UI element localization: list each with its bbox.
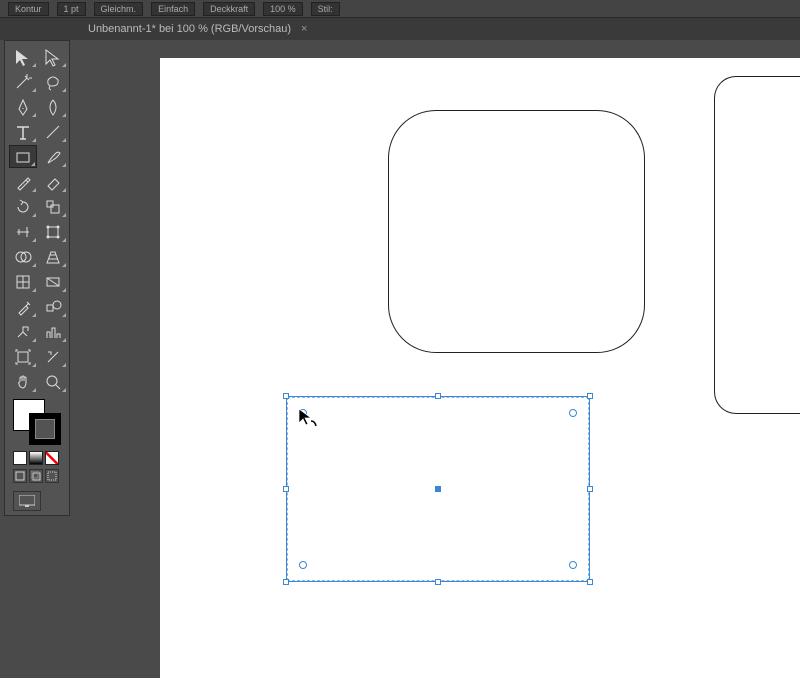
resize-handle-bottom-left[interactable] [283, 579, 289, 585]
selection-bounding-box[interactable] [286, 396, 590, 582]
fill-stroke-swatches[interactable] [9, 399, 65, 447]
resize-handle-top-left[interactable] [283, 393, 289, 399]
resize-handle-mid-right[interactable] [587, 486, 593, 492]
direct-selection-tool[interactable] [39, 45, 67, 68]
curvature-tool[interactable] [39, 95, 67, 118]
artboard-tool[interactable] [9, 345, 37, 368]
stroke-weight[interactable]: 1 pt [57, 2, 86, 16]
pen-tool[interactable] [9, 95, 37, 118]
line-segment-tool[interactable] [39, 120, 67, 143]
eraser-tool[interactable] [39, 170, 67, 193]
resize-handle-mid-left[interactable] [283, 486, 289, 492]
resize-handle-top-right[interactable] [587, 393, 593, 399]
rotate-tool[interactable] [9, 195, 37, 218]
column-graph-tool[interactable] [39, 320, 67, 343]
workspace [80, 40, 800, 600]
stroke-profile[interactable]: Einfach [151, 2, 195, 16]
gradient-tool[interactable] [39, 270, 67, 293]
opacity-value[interactable]: 100 % [263, 2, 303, 16]
slice-tool[interactable] [39, 345, 67, 368]
resize-handle-bottom-mid[interactable] [435, 579, 441, 585]
stroke-label: Kontur [8, 2, 49, 16]
blend-tool[interactable] [39, 295, 67, 318]
free-transform-tool[interactable] [39, 220, 67, 243]
document-tab-bar: Unbenannt-1* bei 100 % (RGB/Vorschau) × [0, 18, 800, 40]
zoom-tool[interactable] [39, 370, 67, 393]
perspective-tool[interactable] [39, 245, 67, 268]
artboard[interactable] [160, 58, 800, 678]
draw-behind-button[interactable] [29, 469, 43, 483]
width-tool[interactable] [9, 220, 37, 243]
magic-wand-tool[interactable] [9, 70, 37, 93]
rounded-rectangle-shape[interactable] [388, 110, 645, 353]
rounded-rectangle-shape-2[interactable] [714, 76, 800, 414]
gradient-mode-button[interactable] [29, 451, 43, 465]
eyedropper-tool[interactable] [9, 295, 37, 318]
none-mode-button[interactable] [45, 451, 59, 465]
document-tab-title: Unbenannt-1* bei 100 % (RGB/Vorschau) [88, 23, 291, 35]
screen-mode-button[interactable] [13, 491, 41, 511]
selection-tool[interactable] [9, 45, 37, 68]
resize-handle-bottom-right[interactable] [587, 579, 593, 585]
scale-tool[interactable] [39, 195, 67, 218]
live-corner-widget[interactable] [569, 409, 577, 417]
live-corner-widget[interactable] [299, 409, 307, 417]
mesh-tool[interactable] [9, 270, 37, 293]
live-corner-widget[interactable] [569, 561, 577, 569]
stroke-swatch[interactable] [29, 413, 61, 445]
draw-normal-button[interactable] [13, 469, 27, 483]
color-mode-button[interactable] [13, 451, 27, 465]
tools-panel [4, 40, 70, 516]
live-corner-widget[interactable] [299, 561, 307, 569]
close-tab-button[interactable]: × [301, 23, 307, 35]
pencil-tool[interactable] [9, 170, 37, 193]
opacity-label: Deckkraft [203, 2, 255, 16]
resize-handle-top-mid[interactable] [435, 393, 441, 399]
symbol-sprayer-tool[interactable] [9, 320, 37, 343]
selection-center-point[interactable] [435, 486, 441, 492]
type-tool[interactable] [9, 120, 37, 143]
paintbrush-tool[interactable] [39, 145, 67, 168]
shape-builder-tool[interactable] [9, 245, 37, 268]
draw-inside-button[interactable] [45, 469, 59, 483]
rectangle-tool[interactable] [9, 145, 37, 168]
document-tab[interactable]: Unbenannt-1* bei 100 % (RGB/Vorschau) × [80, 18, 315, 40]
lasso-tool[interactable] [39, 70, 67, 93]
stroke-uniform[interactable]: Gleichm. [94, 2, 144, 16]
control-bar: Kontur 1 pt Gleichm. Einfach Deckkraft 1… [0, 0, 800, 18]
style-label: Stil: [311, 2, 340, 16]
hand-tool[interactable] [9, 370, 37, 393]
